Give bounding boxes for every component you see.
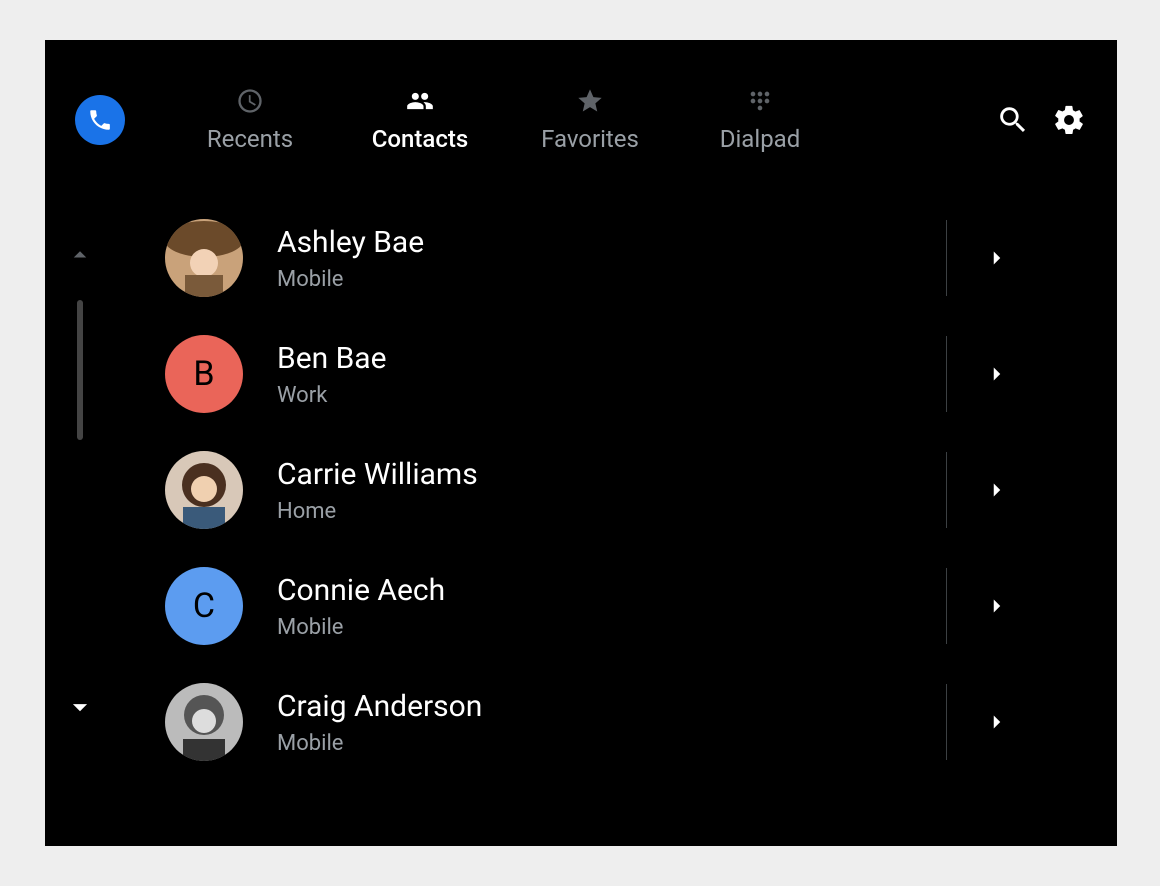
header: Recents Contacts Favorites Dialpad (45, 40, 1117, 200)
dialer-app: Recents Contacts Favorites Dialpad (45, 40, 1117, 846)
contacts-list: Ashley Bae Mobile B Ben Bae Work (165, 200, 1077, 846)
contact-row[interactable]: Ashley Bae Mobile (165, 200, 1077, 316)
contact-row[interactable]: C Connie Aech Mobile (165, 548, 1077, 664)
people-icon (406, 87, 434, 115)
chevron-down-icon (63, 690, 97, 724)
contact-name: Connie Aech (277, 573, 1077, 609)
chevron-right-icon (984, 245, 1010, 271)
star-icon (576, 87, 604, 115)
contact-label: Work (277, 383, 1077, 408)
contact-row[interactable]: B Ben Bae Work (165, 316, 1077, 432)
contact-detail-button[interactable] (977, 200, 1017, 316)
contact-detail-button[interactable] (977, 664, 1017, 780)
dialpad-icon (746, 87, 774, 115)
scrollbar-thumb[interactable] (77, 300, 83, 440)
scroll-down-button[interactable] (45, 690, 115, 724)
tab-dialpad[interactable]: Dialpad (675, 87, 845, 153)
row-divider (946, 220, 947, 296)
contact-row[interactable]: Carrie Williams Home (165, 432, 1077, 548)
contact-info: Craig Anderson Mobile (277, 689, 1077, 756)
row-divider (946, 568, 947, 644)
avatar-photo-placeholder (165, 683, 243, 761)
tab-dialpad-label: Dialpad (720, 125, 801, 153)
contact-label: Mobile (277, 731, 1077, 756)
avatar-photo-placeholder (165, 451, 243, 529)
gear-icon (1052, 103, 1086, 137)
row-divider (946, 684, 947, 760)
tab-recents[interactable]: Recents (165, 87, 335, 153)
phone-icon (87, 107, 113, 133)
contact-row[interactable]: Craig Anderson Mobile (165, 664, 1077, 780)
avatar: C (165, 567, 243, 645)
tab-contacts[interactable]: Contacts (335, 87, 505, 153)
avatar (165, 219, 243, 297)
tab-bar: Recents Contacts Favorites Dialpad (165, 87, 845, 153)
row-divider (946, 452, 947, 528)
contact-info: Connie Aech Mobile (277, 573, 1077, 640)
chevron-right-icon (984, 361, 1010, 387)
contact-label: Mobile (277, 615, 1077, 640)
avatar-initial: C (193, 586, 215, 626)
chevron-right-icon (984, 593, 1010, 619)
avatar-initial: B (193, 354, 214, 394)
tab-contacts-label: Contacts (372, 125, 468, 153)
contact-info: Ben Bae Work (277, 341, 1077, 408)
contact-label: Mobile (277, 267, 1077, 292)
contact-detail-button[interactable] (977, 548, 1017, 664)
content-area: Ashley Bae Mobile B Ben Bae Work (45, 200, 1117, 846)
contact-info: Carrie Williams Home (277, 457, 1077, 524)
contact-info: Ashley Bae Mobile (277, 225, 1077, 292)
contact-detail-button[interactable] (977, 432, 1017, 548)
avatar (165, 683, 243, 761)
tab-favorites-label: Favorites (541, 125, 639, 153)
contact-name: Craig Anderson (277, 689, 1077, 725)
tab-recents-label: Recents (207, 125, 293, 153)
contact-name: Ashley Bae (277, 225, 1077, 261)
contact-name: Carrie Williams (277, 457, 1077, 493)
chevron-up-icon (65, 240, 95, 270)
contact-name: Ben Bae (277, 341, 1077, 377)
clock-icon (236, 87, 264, 115)
settings-button[interactable] (1041, 92, 1097, 148)
search-icon (996, 103, 1030, 137)
chevron-right-icon (984, 709, 1010, 735)
avatar (165, 451, 243, 529)
chevron-right-icon (984, 477, 1010, 503)
scroll-controls (45, 200, 115, 846)
avatar: B (165, 335, 243, 413)
avatar-photo-placeholder (165, 219, 243, 297)
search-button[interactable] (985, 92, 1041, 148)
phone-fab-button[interactable] (75, 95, 125, 145)
row-divider (946, 336, 947, 412)
contact-detail-button[interactable] (977, 316, 1017, 432)
contact-label: Home (277, 499, 1077, 524)
tab-favorites[interactable]: Favorites (505, 87, 675, 153)
scroll-up-button[interactable] (45, 240, 115, 270)
